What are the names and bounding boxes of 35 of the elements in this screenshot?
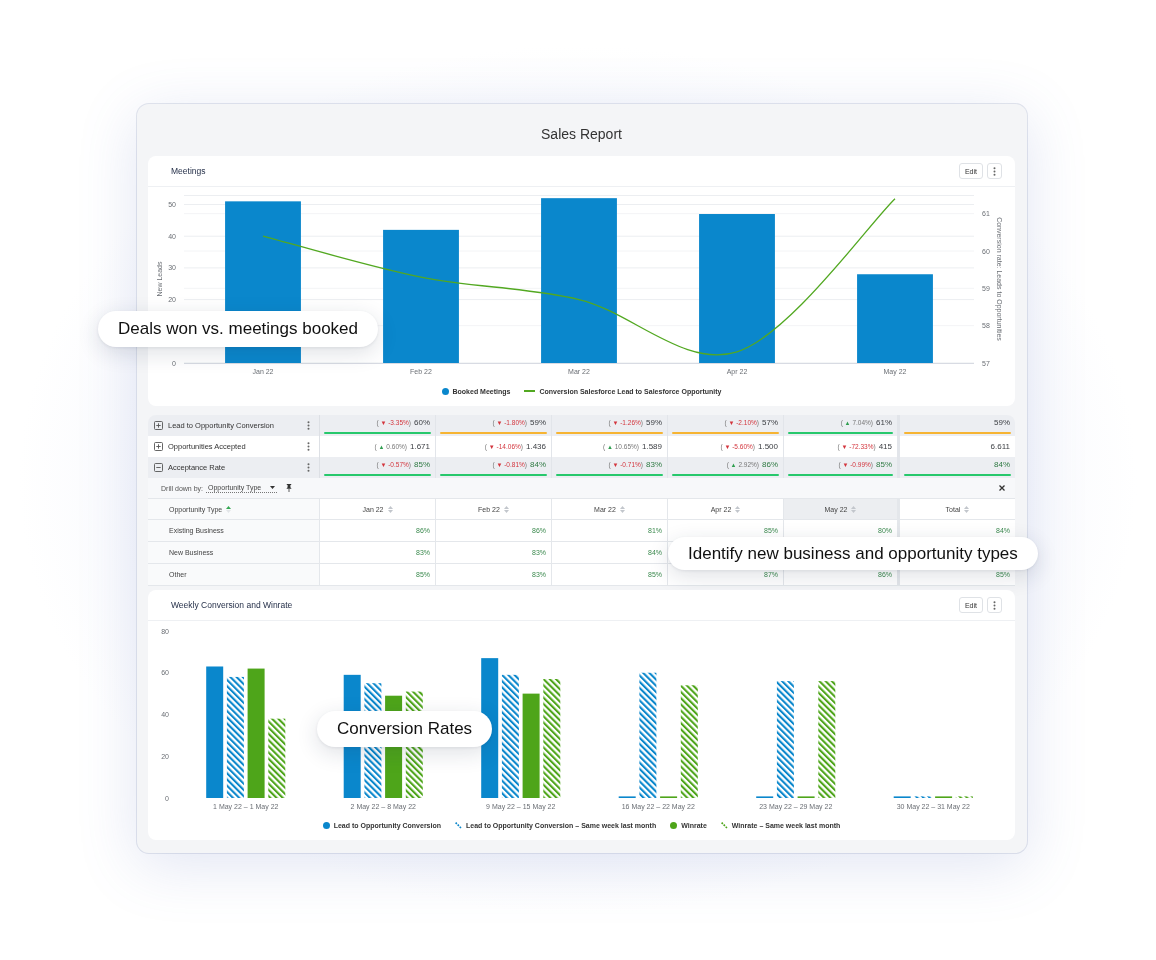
report-title: Sales Report bbox=[540, 125, 623, 144]
cell-value: 415 bbox=[878, 442, 892, 451]
panel-title: Meetings bbox=[171, 166, 206, 176]
cell-value: 84% bbox=[994, 460, 1010, 469]
cell-value: 86% bbox=[762, 460, 778, 469]
cell-value: 60% bbox=[414, 418, 430, 427]
cell-value: 85% bbox=[876, 460, 892, 469]
more-icon bbox=[993, 166, 996, 176]
cell-value: 85% bbox=[414, 460, 430, 469]
cell-value: 59% bbox=[994, 418, 1010, 427]
plus-square-icon[interactable] bbox=[154, 442, 163, 451]
callout: Conversion Rates bbox=[317, 711, 493, 747]
panel-title: Weekly Conversion and Winrate bbox=[171, 600, 293, 610]
callout: Identify new business and opportunity types bbox=[668, 537, 1038, 570]
cell-value: 57% bbox=[762, 418, 778, 427]
minus-square-icon[interactable] bbox=[154, 463, 163, 472]
cell-value: 59% bbox=[530, 418, 546, 427]
cell-value: 1.589 bbox=[641, 442, 662, 451]
cell-value: 61% bbox=[876, 418, 892, 427]
more-icon[interactable] bbox=[307, 442, 310, 451]
more-icon[interactable] bbox=[307, 463, 310, 472]
cell-value: 83% bbox=[646, 460, 662, 469]
caret-icon bbox=[270, 486, 276, 489]
cell-value: 1.671 bbox=[409, 442, 430, 451]
cell-value: 59% bbox=[646, 418, 662, 427]
cell-value: 84% bbox=[530, 460, 546, 469]
cell-value: 1.500 bbox=[757, 442, 778, 451]
close-icon[interactable] bbox=[999, 485, 1005, 491]
callout: Deals won vs. meetings booked bbox=[98, 311, 379, 347]
plus-square-icon[interactable] bbox=[154, 421, 163, 430]
pin-icon[interactable] bbox=[286, 484, 293, 492]
cell-value: 1.436 bbox=[525, 442, 546, 451]
cell-value: 6.611 bbox=[990, 442, 1010, 451]
more-icon[interactable] bbox=[307, 421, 310, 430]
more-icon bbox=[993, 600, 996, 610]
